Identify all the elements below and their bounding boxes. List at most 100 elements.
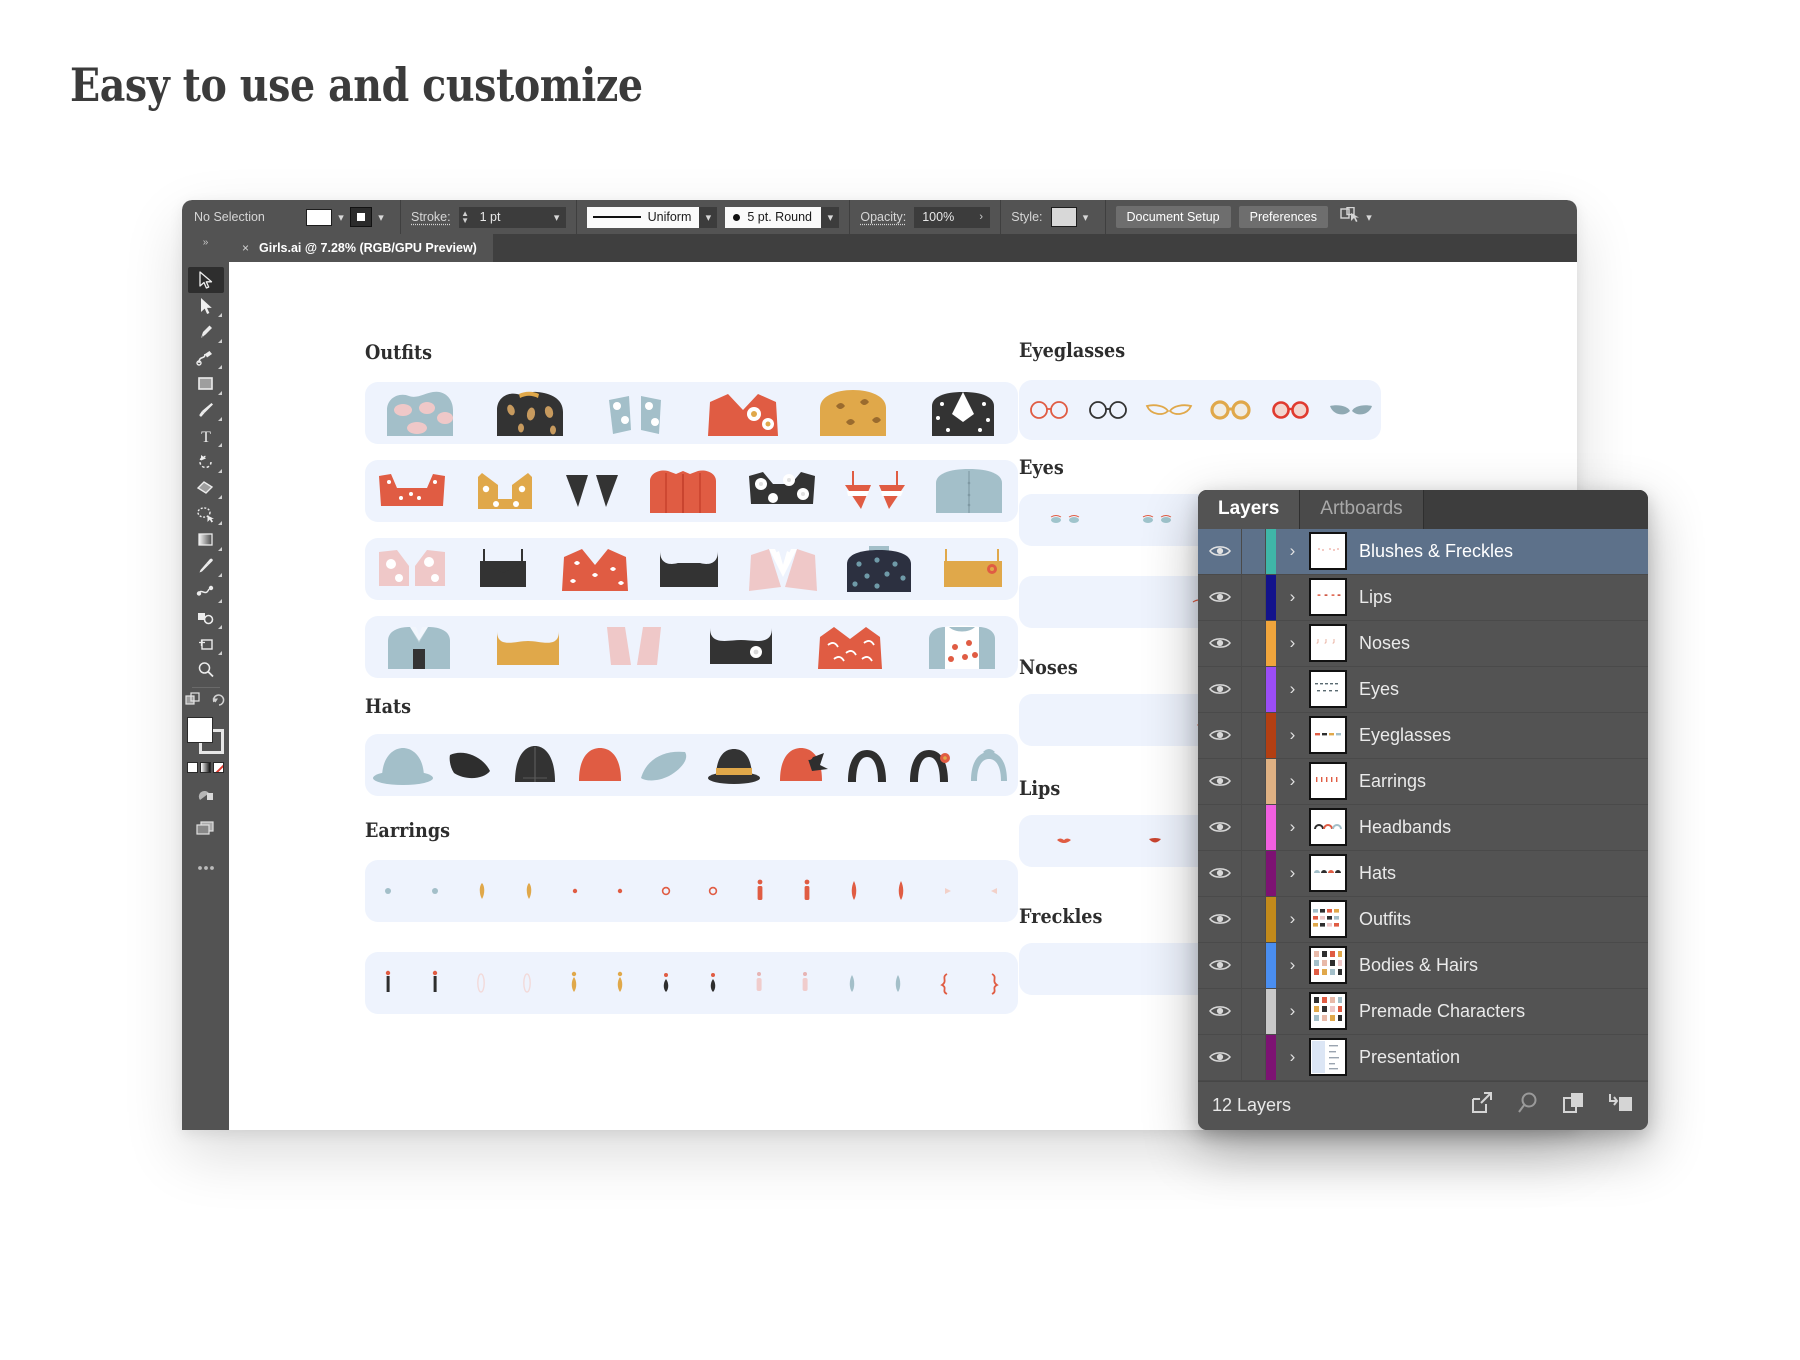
artboard-tool[interactable] [188,631,224,657]
swatch-item[interactable] [753,878,767,904]
swatch-item[interactable] [706,882,720,900]
layer-row-premade-characters[interactable]: › Premade Characters [1198,988,1648,1035]
swatch-item[interactable] [522,880,536,902]
swatch-item[interactable] [967,747,1011,783]
swatch-item[interactable] [1145,400,1193,420]
layer-row-earrings[interactable]: › Earrings [1198,758,1648,805]
layer-row-blushes-freckles[interactable]: › Blushes & Freckles [1198,528,1648,575]
layer-row-lips[interactable]: › Lips [1198,574,1648,621]
swatch-item[interactable] [707,970,719,996]
swatch-item[interactable] [1145,835,1165,847]
swatch-item[interactable] [1208,400,1254,420]
swatch-item[interactable] [569,882,581,900]
direct-selection-tool[interactable] [188,293,224,319]
earrings-row-1[interactable] [365,860,1018,922]
hats-row[interactable] [365,734,1018,796]
swatch-item[interactable] [745,470,819,512]
swatch-item[interactable] [940,547,1006,591]
edit-toolbar-icon[interactable] [184,692,202,712]
swatch-item[interactable] [601,625,667,669]
swatch-item[interactable] [660,970,672,996]
swatch-item[interactable] [475,970,487,996]
chevron-right-icon[interactable]: › [1276,759,1309,804]
lock-toggle[interactable] [1242,528,1266,574]
visibility-eye-icon[interactable] [1198,896,1242,942]
chevron-right-icon[interactable]: › [1276,1035,1309,1080]
chevron-right-icon[interactable]: › [1276,667,1309,712]
swatch-item[interactable] [706,745,762,785]
stroke-swatch[interactable] [350,207,372,227]
chevron-right-icon[interactable]: › [1276,529,1309,574]
swatch-item[interactable] [558,547,632,591]
color-mode-icon[interactable] [187,762,198,773]
swatch-item[interactable] [472,469,538,513]
tab-artboards[interactable]: Artboards [1300,490,1424,529]
swatch-item[interactable] [603,390,669,436]
swatch-item[interactable] [377,548,447,590]
lock-toggle[interactable] [1242,896,1266,942]
lock-toggle[interactable] [1242,620,1266,666]
lock-toggle[interactable] [1242,1034,1266,1080]
visibility-eye-icon[interactable] [1198,942,1242,988]
swatch-item[interactable] [377,470,447,512]
chevron-right-icon[interactable]: › [1276,713,1309,758]
rectangle-tool[interactable] [188,371,224,397]
visibility-eye-icon[interactable] [1198,528,1242,574]
type-tool[interactable]: T [188,423,224,449]
swatch-item[interactable] [1269,400,1313,420]
swatch-item[interactable] [429,969,441,997]
layer-row-eyes[interactable]: › Eyes [1198,666,1648,713]
visibility-eye-icon[interactable] [1198,620,1242,666]
swatch-item[interactable] [1086,400,1130,420]
swatch-item[interactable] [892,970,904,996]
brush-definition-select[interactable]: 5 pt. Round [725,206,822,228]
document-setup-button[interactable]: Document Setup [1115,206,1231,228]
swatch-item[interactable] [1139,514,1175,526]
swatch-item[interactable] [1027,400,1071,420]
swatch-item[interactable] [568,970,580,996]
swatch-item[interactable] [800,878,814,904]
visibility-eye-icon[interactable] [1198,758,1242,804]
toolbar-expand-icon[interactable]: » [182,234,229,262]
stroke-stepper[interactable]: ▲ ▼ [458,206,472,228]
style-dropdown-icon[interactable]: ▾ [1077,207,1095,227]
pen-tool[interactable] [188,319,224,345]
visibility-eye-icon[interactable] [1198,574,1242,620]
screen-mode-icon[interactable] [188,815,224,841]
visibility-eye-icon[interactable] [1198,850,1242,896]
layer-row-hats[interactable]: › Hats [1198,850,1648,897]
earrings-row-2[interactable] [365,952,1018,1014]
swatch-item[interactable] [987,882,1001,900]
zoom-tool[interactable] [188,657,224,683]
swatch-item[interactable] [799,970,811,996]
swatch-item[interactable] [1064,596,1094,608]
swatch-item[interactable] [926,390,1000,436]
stroke-profile-dropdown-icon[interactable]: ▾ [699,206,718,228]
swatch-item[interactable] [509,744,561,786]
stroke-dropdown-icon[interactable]: ▾ [372,207,390,227]
lock-toggle[interactable] [1242,758,1266,804]
lock-toggle[interactable] [1242,666,1266,712]
swatch-item[interactable] [753,970,765,996]
layer-row-bodies-hairs[interactable]: › Bodies & Hairs [1198,942,1648,989]
swatch-item[interactable] [846,970,858,996]
swatch-item[interactable] [843,546,915,592]
eyedropper-tool[interactable] [188,553,224,579]
chevron-right-icon[interactable]: › [1276,897,1309,942]
visibility-eye-icon[interactable] [1198,1034,1242,1080]
chevron-right-icon[interactable]: › [1276,621,1309,666]
swatch-item[interactable] [646,469,720,513]
lock-toggle[interactable] [1242,804,1266,850]
more-tools-icon[interactable] [188,855,224,881]
eyeglasses-row[interactable] [1019,380,1381,440]
lock-toggle[interactable] [1242,988,1266,1034]
drawing-mode-icon[interactable] [188,783,224,809]
swatch-item[interactable] [428,881,442,901]
swatch-item[interactable] [562,469,622,513]
swatch-item[interactable] [1047,514,1083,526]
chevron-right-icon[interactable]: › [1276,851,1309,896]
visibility-eye-icon[interactable] [1198,804,1242,850]
swatch-item[interactable] [475,880,489,902]
swatch-item[interactable] [843,469,907,513]
swatch-item[interactable] [925,625,999,669]
